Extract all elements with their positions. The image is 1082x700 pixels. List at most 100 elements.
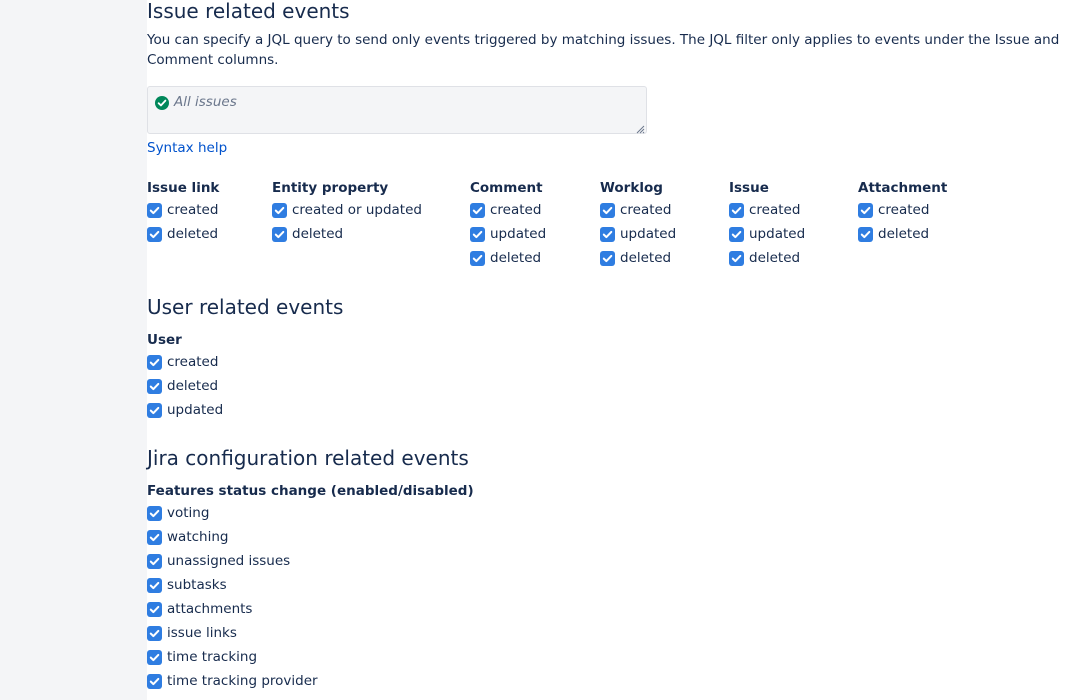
checkmark-icon[interactable] xyxy=(147,529,162,545)
checkmark-icon[interactable] xyxy=(147,402,162,418)
jql-description: You can specify a JQL query to send only… xyxy=(147,32,1060,68)
checkmark-icon[interactable] xyxy=(470,226,485,242)
checkmark-icon[interactable] xyxy=(147,625,162,641)
jql-value: All issues xyxy=(174,94,237,110)
checkbox-label: created xyxy=(490,202,542,218)
checkmark-icon[interactable] xyxy=(147,649,162,665)
checkbox-label: attachments xyxy=(167,601,253,617)
checkbox-label: created xyxy=(167,202,219,218)
checkbox-label: updated xyxy=(620,226,677,242)
checkmark-icon[interactable] xyxy=(147,202,162,218)
attachment-created-checkbox[interactable]: created xyxy=(858,198,947,222)
checkmark-icon[interactable] xyxy=(729,202,744,218)
checkmark-icon[interactable] xyxy=(729,226,744,242)
config-events-heading: Jira configuration related events xyxy=(147,446,469,470)
checkbox-label: deleted xyxy=(167,226,219,242)
checkmark-icon[interactable] xyxy=(470,250,485,266)
checkmark-icon[interactable] xyxy=(147,673,162,689)
syntax-help-link[interactable]: Syntax help xyxy=(147,140,227,156)
feature-attachments-checkbox[interactable]: attachments xyxy=(147,597,474,621)
issue-deleted-checkbox[interactable]: deleted xyxy=(729,246,805,270)
user-events-heading: User related events xyxy=(147,295,344,319)
checkmark-icon[interactable] xyxy=(600,202,615,218)
event-column-issue: Issue created updated deleted xyxy=(729,178,805,270)
checkbox-label: issue links xyxy=(167,625,237,641)
features-status-group: Features status change (enabled/disabled… xyxy=(147,481,474,693)
issue-events-heading: Issue related events xyxy=(147,0,350,23)
left-sidebar xyxy=(0,0,147,700)
issue-link-created-checkbox[interactable]: created xyxy=(147,198,219,222)
checkbox-label: deleted xyxy=(878,226,930,242)
checkmark-icon[interactable] xyxy=(729,250,744,266)
event-column-attachment: Attachment created deleted xyxy=(858,178,947,246)
checkmark-icon[interactable] xyxy=(147,577,162,593)
column-title: Issue xyxy=(729,180,769,196)
feature-watching-checkbox[interactable]: watching xyxy=(147,525,474,549)
feature-subtasks-checkbox[interactable]: subtasks xyxy=(147,573,474,597)
checkbox-label: updated xyxy=(167,402,224,418)
user-updated-checkbox[interactable]: updated xyxy=(147,398,223,422)
checkbox-label: deleted xyxy=(749,250,801,266)
jql-filter-input[interactable]: All issues xyxy=(147,86,647,134)
column-title: Comment xyxy=(470,180,543,196)
checkbox-label: updated xyxy=(490,226,547,242)
feature-issue-links-checkbox[interactable]: issue links xyxy=(147,621,474,645)
checkmark-icon[interactable] xyxy=(147,226,162,242)
worklog-created-checkbox[interactable]: created xyxy=(600,198,676,222)
checkbox-label: created xyxy=(749,202,801,218)
entity-property-created-or-updated-checkbox[interactable]: created or updated xyxy=(272,198,422,222)
checkbox-label: watching xyxy=(167,529,229,545)
checkbox-label: deleted xyxy=(167,378,219,394)
event-column-worklog: Worklog created updated deleted xyxy=(600,178,676,270)
feature-time-tracking-provider-checkbox[interactable]: time tracking provider xyxy=(147,669,474,693)
column-title: Attachment xyxy=(858,180,948,196)
checkbox-label: subtasks xyxy=(167,577,227,593)
checkmark-icon[interactable] xyxy=(600,226,615,242)
comment-deleted-checkbox[interactable]: deleted xyxy=(470,246,546,270)
comment-updated-checkbox[interactable]: updated xyxy=(470,222,546,246)
event-column-entity-property: Entity property created or updated deleted xyxy=(272,178,422,246)
checkbox-label: created xyxy=(620,202,672,218)
feature-voting-checkbox[interactable]: voting xyxy=(147,501,474,525)
user-group-title: User xyxy=(147,332,182,348)
worklog-updated-checkbox[interactable]: updated xyxy=(600,222,676,246)
user-deleted-checkbox[interactable]: deleted xyxy=(147,374,223,398)
checkmark-icon[interactable] xyxy=(147,378,162,394)
checkbox-label: deleted xyxy=(490,250,542,266)
checkbox-label: created or updated xyxy=(292,202,422,218)
checkmark-icon[interactable] xyxy=(600,250,615,266)
checkbox-label: updated xyxy=(749,226,806,242)
checkbox-label: deleted xyxy=(620,250,672,266)
webhook-events-form: Issue related events You can specify a J… xyxy=(147,0,1082,700)
check-circle-icon xyxy=(155,96,169,110)
issue-created-checkbox[interactable]: created xyxy=(729,198,805,222)
resize-handle-icon[interactable] xyxy=(635,122,645,134)
checkmark-icon[interactable] xyxy=(147,601,162,617)
checkmark-icon[interactable] xyxy=(272,202,287,218)
event-column-comment: Comment created updated deleted xyxy=(470,178,546,270)
checkmark-icon[interactable] xyxy=(858,202,873,218)
column-title: Issue link xyxy=(147,180,220,196)
issue-updated-checkbox[interactable]: updated xyxy=(729,222,805,246)
column-title: Entity property xyxy=(272,180,389,196)
checkmark-icon[interactable] xyxy=(147,553,162,569)
checkbox-label: created xyxy=(167,354,219,370)
user-created-checkbox[interactable]: created xyxy=(147,350,223,374)
checkbox-label: unassigned issues xyxy=(167,553,291,569)
user-events-group: User created deleted updated xyxy=(147,330,223,422)
checkmark-icon[interactable] xyxy=(147,505,162,521)
comment-created-checkbox[interactable]: created xyxy=(470,198,546,222)
entity-property-deleted-checkbox[interactable]: deleted xyxy=(272,222,422,246)
checkmark-icon[interactable] xyxy=(147,354,162,370)
worklog-deleted-checkbox[interactable]: deleted xyxy=(600,246,676,270)
attachment-deleted-checkbox[interactable]: deleted xyxy=(858,222,947,246)
checkmark-icon[interactable] xyxy=(272,226,287,242)
feature-unassigned-issues-checkbox[interactable]: unassigned issues xyxy=(147,549,474,573)
checkmark-icon[interactable] xyxy=(470,202,485,218)
checkmark-icon[interactable] xyxy=(858,226,873,242)
checkbox-label: time tracking xyxy=(167,649,258,665)
features-group-title: Features status change (enabled/disabled… xyxy=(147,483,474,499)
feature-time-tracking-checkbox[interactable]: time tracking xyxy=(147,645,474,669)
issue-link-deleted-checkbox[interactable]: deleted xyxy=(147,222,219,246)
event-column-issue-link: Issue link created deleted xyxy=(147,178,219,246)
